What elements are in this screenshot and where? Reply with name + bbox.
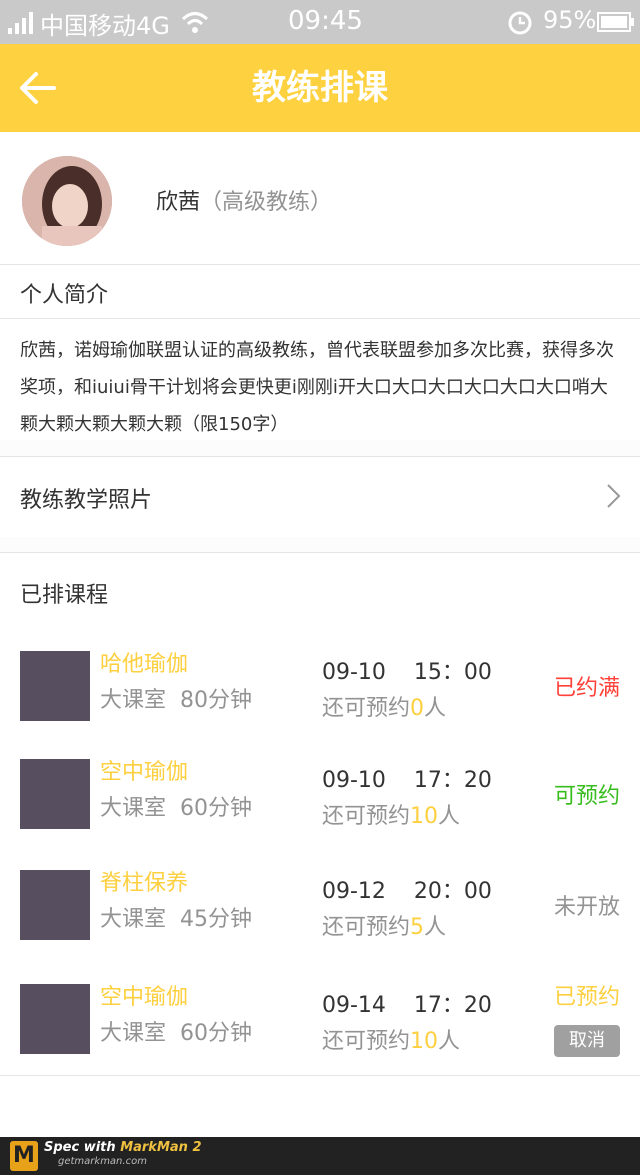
course-room-duration: 大课室 60分钟: [100, 1021, 253, 1046]
course-availability: 还可预约10人: [322, 1029, 461, 1054]
alarm-icon: [508, 11, 532, 35]
profile-section-title: 个人简介: [20, 283, 109, 308]
course-datetime: 09-10 15：00: [322, 660, 492, 685]
course-row[interactable]: 空中瑜伽大课室 60分钟 09-14 17：20 还可预约10人 已预约取消: [0, 962, 640, 1076]
scheduled-title: 已排课程: [20, 583, 109, 608]
course-name: 哈他瑜伽: [100, 652, 189, 677]
battery-icon: [597, 12, 634, 32]
course-thumbnail: [20, 759, 90, 829]
course-row[interactable]: 空中瑜伽大课室 60分钟 09-10 17：20 还可预约10人 可预约: [0, 740, 640, 848]
course-thumbnail: [20, 984, 90, 1054]
spec-with-text: Spec with MarkMan 2: [44, 1140, 202, 1155]
course-datetime: 09-10 17：20: [322, 768, 492, 793]
course-datetime: 09-12 20：00: [322, 879, 492, 904]
header-bar: 教练排课: [0, 44, 640, 132]
course-status[interactable]: 可预约: [554, 778, 620, 810]
course-room-duration: 大课室 80分钟: [100, 688, 253, 713]
course-datetime: 09-14 17：20: [322, 993, 492, 1018]
course-availability: 还可预约10人: [322, 804, 461, 829]
coach-intro-text: 欣茜，诺姆瑜伽联盟认证的高级教练，曾代表联盟参加多次比赛，获得多次奖项，和iui…: [20, 340, 614, 435]
course-thumbnail: [20, 651, 90, 721]
coach-name: 欣茜: [156, 190, 201, 215]
course-availability: 还可预约5人: [322, 915, 447, 940]
clock-time: 09:45: [288, 6, 363, 36]
markman-footer: M Spec with MarkMan 2 getmarkman.com: [0, 1137, 640, 1175]
carrier-label: 中国移动4G: [40, 12, 170, 40]
coach-photos-row[interactable]: 教练教学照片: [0, 456, 640, 538]
divider: [0, 318, 640, 319]
coach-avatar: [22, 156, 112, 246]
divider: [0, 264, 640, 265]
battery-percent: 95%: [543, 6, 597, 34]
course-status: 已约满: [553, 676, 620, 701]
page-title: 教练排课: [252, 68, 388, 108]
course-status: 未开放: [553, 895, 620, 920]
coach-name-row: 欣茜（高级教练）: [156, 184, 332, 216]
course-row[interactable]: 脊柱保养大课室 45分钟 09-12 20：00 还可预约5人 未开放: [0, 847, 640, 963]
coach-photos-label: 教练教学照片: [20, 488, 153, 513]
back-arrow-icon[interactable]: [16, 66, 60, 110]
course-status: 已预约: [553, 985, 620, 1010]
course-availability: 还可预约0人: [322, 696, 447, 721]
markman-logo: M: [10, 1141, 38, 1171]
markman-site: getmarkman.com: [58, 1156, 147, 1167]
course-row[interactable]: 哈他瑜伽大课室 80分钟 09-10 15：00 还可预约0人 已约满: [0, 631, 640, 741]
signal-icon: [8, 12, 33, 34]
course-name: 空中瑜伽: [100, 985, 189, 1010]
status-bar: 中国移动4G 09:45 95%: [0, 0, 640, 44]
course-name: 脊柱保养: [100, 871, 189, 896]
course-room-duration: 大课室 60分钟: [100, 796, 253, 821]
section-gap: [0, 440, 640, 456]
chevron-right-icon: [607, 484, 621, 508]
wifi-icon: [181, 12, 209, 33]
course-room-duration: 大课室 45分钟: [100, 907, 253, 932]
scheduled-courses-header: 已排课程: [0, 552, 640, 632]
section-gap: [0, 537, 640, 552]
course-name: 空中瑜伽: [100, 760, 189, 785]
cancel-button[interactable]: 取消: [554, 1025, 620, 1057]
course-thumbnail: [20, 870, 90, 940]
coach-level: （高级教练）: [200, 190, 333, 215]
